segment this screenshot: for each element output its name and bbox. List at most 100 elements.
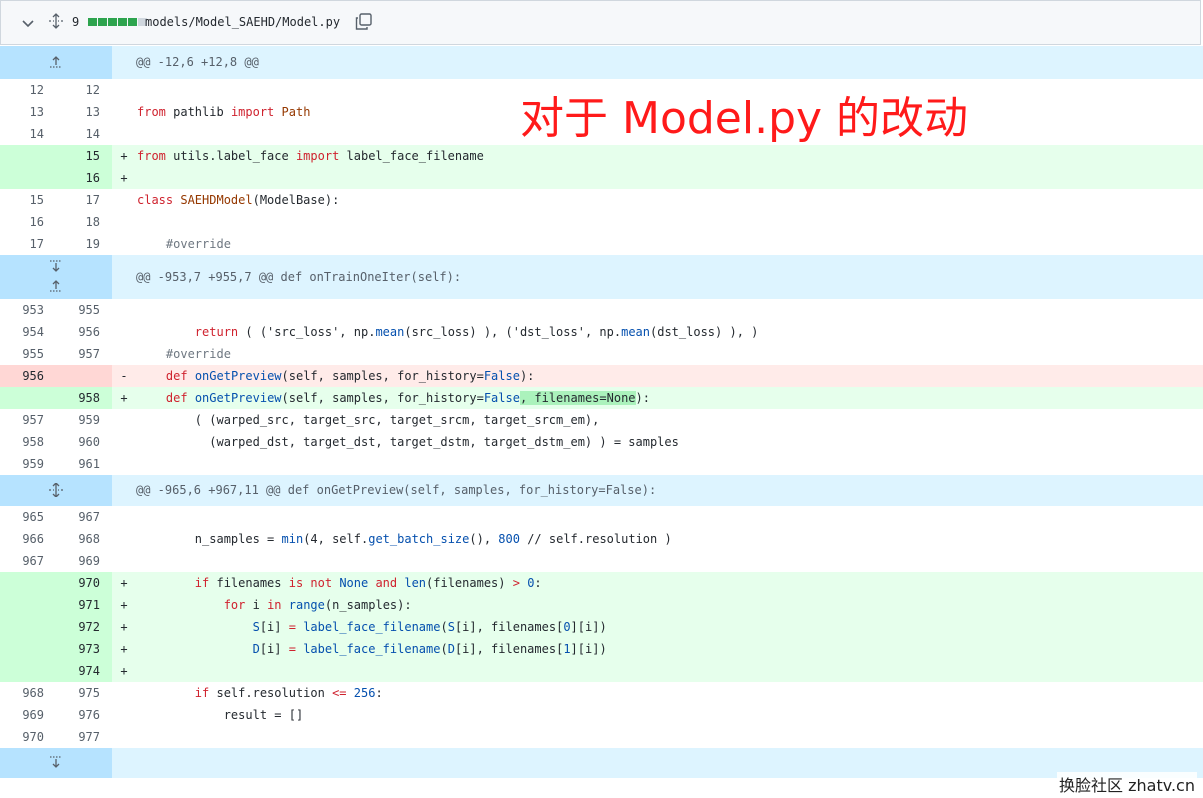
new-line-number[interactable]: 19 <box>56 233 112 255</box>
diff-sign <box>112 409 136 431</box>
old-line-number[interactable]: 958 <box>0 431 56 453</box>
new-line-number[interactable]: 976 <box>56 704 112 726</box>
code-token: > <box>512 576 520 590</box>
code-token: pathlib <box>165 105 231 119</box>
old-line-number[interactable] <box>0 638 56 660</box>
new-line-number[interactable]: 961 <box>56 453 112 475</box>
diff-sign <box>112 189 136 211</box>
old-line-number[interactable]: 15 <box>0 189 56 211</box>
old-line-number[interactable]: 955 <box>0 343 56 365</box>
old-line-number[interactable]: 16 <box>0 211 56 233</box>
old-line-number[interactable]: 969 <box>0 704 56 726</box>
hunk-text <box>112 748 1203 778</box>
hunk-header: @@ -965,6 +967,11 @@ def onGetPreview(se… <box>0 475 1203 506</box>
code-token: import <box>230 105 275 119</box>
new-line-number[interactable]: 960 <box>56 431 112 453</box>
file-path[interactable]: models/Model_SAEHD/Model.py <box>145 15 340 29</box>
new-line-number[interactable]: 17 <box>56 189 112 211</box>
old-line-number[interactable]: 12 <box>0 79 56 101</box>
copy-icon[interactable] <box>355 13 372 30</box>
code-token: : <box>375 686 383 700</box>
code-token: 256 <box>346 686 376 700</box>
code-token: (ModelBase): <box>252 193 340 207</box>
chevron-down-icon[interactable] <box>21 16 35 30</box>
code-line: def onGetPreview(self, samples, for_hist… <box>136 365 1203 387</box>
old-line-number[interactable]: 968 <box>0 682 56 704</box>
expand-up-icon[interactable] <box>48 55 64 69</box>
diff-line: 954 956 return ( ('src_loss', np.mean(sr… <box>0 321 1203 343</box>
new-line-number[interactable]: 957 <box>56 343 112 365</box>
new-line-number[interactable]: 971 <box>56 594 112 616</box>
old-line-number[interactable] <box>0 594 56 616</box>
new-line-number[interactable]: 972 <box>56 616 112 638</box>
diff-line: 969 976 result = [] <box>0 704 1203 726</box>
expand-both-icon[interactable] <box>48 483 64 497</box>
expand-down-icon[interactable] <box>48 755 64 769</box>
new-line-number[interactable]: 975 <box>56 682 112 704</box>
expand-button[interactable] <box>0 255 112 299</box>
old-line-number[interactable]: 954 <box>0 321 56 343</box>
old-line-number[interactable]: 14 <box>0 123 56 145</box>
expand-button[interactable] <box>0 475 112 506</box>
code-token: ][i]) <box>570 620 607 634</box>
code-token: D <box>252 642 260 656</box>
code-token: label_face_filename <box>339 149 484 163</box>
expand-up-button[interactable] <box>0 46 112 79</box>
old-line-number[interactable]: 967 <box>0 550 56 572</box>
new-line-number[interactable]: 974 <box>56 660 112 682</box>
expand-up-icon[interactable] <box>48 279 64 293</box>
changes-count: 9 <box>72 15 80 29</box>
old-line-number[interactable]: 957 <box>0 409 56 431</box>
old-line-number[interactable]: 959 <box>0 453 56 475</box>
diff-sign <box>112 343 136 365</box>
new-line-number[interactable]: 977 <box>56 726 112 748</box>
old-line-number[interactable]: 966 <box>0 528 56 550</box>
new-line-number[interactable]: 13 <box>56 101 112 123</box>
expand-down-icon[interactable] <box>48 259 64 273</box>
new-line-number[interactable]: 959 <box>56 409 112 431</box>
new-line-number[interactable]: 18 <box>56 211 112 233</box>
diff-line-added: 972 + S[i] = label_face_filename(S[i], f… <box>0 616 1203 638</box>
file-header: 9 models/Model_SAEHD/Model.py <box>0 0 1201 45</box>
old-line-number[interactable]: 17 <box>0 233 56 255</box>
old-line-number[interactable]: 970 <box>0 726 56 748</box>
code-token: i <box>245 598 268 612</box>
new-line-number[interactable]: 969 <box>56 550 112 572</box>
new-line-number[interactable]: 967 <box>56 506 112 528</box>
old-line-number[interactable]: 13 <box>0 101 56 123</box>
diff-line: 958 960 (warped_dst, target_dst, target_… <box>0 431 1203 453</box>
old-line-number[interactable] <box>0 660 56 682</box>
new-line-number[interactable]: 15 <box>56 145 112 167</box>
new-line-number[interactable]: 955 <box>56 299 112 321</box>
old-line-number[interactable] <box>0 167 56 189</box>
expand-all-icon[interactable] <box>48 13 64 29</box>
new-line-number[interactable]: 958 <box>56 387 112 409</box>
new-line-number[interactable]: 970 <box>56 572 112 594</box>
old-line-number[interactable] <box>0 572 56 594</box>
diff-sign: + <box>120 642 128 656</box>
new-line-number[interactable]: 973 <box>56 638 112 660</box>
new-line-number[interactable]: 16 <box>56 167 112 189</box>
code-token: self.resolution <box>209 686 333 700</box>
expand-down-button[interactable] <box>0 748 112 778</box>
old-line-number[interactable]: 956 <box>0 365 56 387</box>
code-line: class SAEHDModel(ModelBase): <box>136 189 1203 211</box>
old-line-number[interactable]: 965 <box>0 506 56 528</box>
new-line-number[interactable]: 12 <box>56 79 112 101</box>
diff-line: 959 961 <box>0 453 1203 475</box>
new-line-number[interactable]: 956 <box>56 321 112 343</box>
code-token: n_samples = <box>137 532 282 546</box>
new-line-number[interactable]: 14 <box>56 123 112 145</box>
new-line-number[interactable]: 968 <box>56 528 112 550</box>
old-line-number[interactable] <box>0 616 56 638</box>
code-token: def <box>165 369 188 383</box>
old-line-number[interactable] <box>0 145 56 167</box>
new-line-number[interactable] <box>56 365 112 387</box>
old-line-number[interactable] <box>0 387 56 409</box>
diff-sign: + <box>120 149 128 163</box>
code-token: (n_samples): <box>324 598 412 612</box>
old-line-number[interactable]: 953 <box>0 299 56 321</box>
diff-line-deleted: 956 - def onGetPreview(self, samples, fo… <box>0 365 1203 387</box>
